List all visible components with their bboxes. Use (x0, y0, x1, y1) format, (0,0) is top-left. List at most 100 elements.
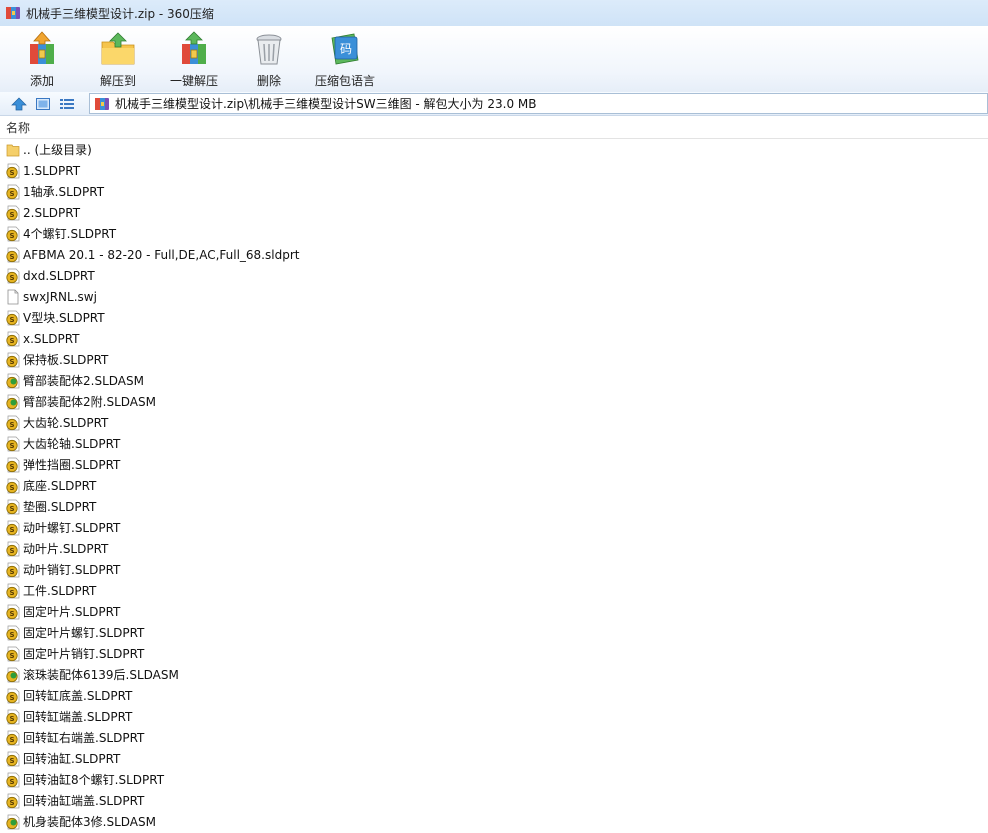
file-name: 固定叶片螺钉.SLDPRT (23, 626, 145, 640)
delete-label: 删除 (256, 74, 281, 88)
column-header: 名称 (0, 117, 988, 139)
toolbar: 添加 解压到 一键解压 删除 码 压缩包语言 (0, 26, 988, 92)
arrow-up-icon (11, 97, 27, 110)
file-name: AFBMA 20.1 - 82-20 - Full,DE,AC,Full_68.… (23, 247, 300, 262)
file-name: 固定叶片销钉.SLDPRT (23, 647, 145, 661)
one-click-extract-label: 一键解压 (169, 74, 218, 88)
delete-button[interactable]: 删除 (234, 26, 304, 90)
file-name: 回转缸底盖.SLDPRT (23, 689, 133, 703)
name-column-header[interactable]: 名称 (6, 119, 30, 136)
file-row[interactable]: S 大齿轮轴.SLDPRT (0, 433, 988, 454)
file-name: 固定叶片.SLDPRT (23, 605, 121, 619)
solidworks-part-icon: S (6, 205, 20, 220)
svg-text:S: S (9, 358, 14, 366)
archive-icon (95, 97, 109, 110)
file-row[interactable]: S 工件.SLDPRT (0, 580, 988, 601)
file-row[interactable]: Sx.SLDPRT (0, 328, 988, 349)
file-row[interactable]: S 回转缸右端盖.SLDPRT (0, 727, 988, 748)
file-name: 大齿轮轴.SLDPRT (23, 437, 121, 451)
extract-to-button[interactable]: 解压到 (82, 26, 154, 90)
file-row[interactable]: S 弹性挡圈.SLDPRT (0, 454, 988, 475)
file-row[interactable]: S 回转缸底盖.SLDPRT (0, 685, 988, 706)
file-row[interactable]: S 1.SLDPRT (0, 160, 988, 181)
file-row[interactable]: S 回转油缸8个螺钉.SLDPRT (0, 769, 988, 790)
file-row[interactable]: S 大齿轮.SLDPRT (0, 412, 988, 433)
file-name: 机身装配体3修.SLDASM (23, 815, 156, 829)
solidworks-part-icon: S (6, 583, 20, 598)
file-row[interactable]: S 动叶销钉.SLDPRT (0, 559, 988, 580)
file-name: 弹性挡圈.SLDPRT (23, 458, 121, 472)
svg-text:S: S (9, 526, 14, 534)
solidworks-part-icon: S (6, 226, 20, 241)
file-row[interactable]: S 固定叶片.SLDPRT (0, 601, 988, 622)
file-row[interactable]: 臂部装配体2附.SLDASM (0, 391, 988, 412)
file-row[interactable]: S 4个螺钉.SLDPRT (0, 223, 988, 244)
file-row[interactable]: S 回转油缸.SLDPRT (0, 748, 988, 769)
archive-language-button[interactable]: 码 压缩包语言 (304, 26, 386, 90)
file-name: 2.SLDPRT (23, 205, 81, 220)
list-view-button[interactable] (56, 94, 78, 114)
solidworks-part-icon: S (6, 688, 20, 703)
file-name: 回转油缸端盖.SLDPRT (23, 794, 145, 808)
one-click-extract-button[interactable]: 一键解压 (154, 26, 234, 90)
solidworks-part-icon: S (6, 604, 20, 619)
file-row[interactable]: S V型块.SLDPRT (0, 307, 988, 328)
file-row[interactable]: S 固定叶片螺钉.SLDPRT (0, 622, 988, 643)
up-button[interactable] (8, 94, 30, 114)
file-name: .. (上级目录) (23, 143, 92, 157)
svg-text:S: S (9, 505, 14, 513)
svg-text:S: S (9, 190, 14, 198)
svg-text:S: S (9, 463, 14, 471)
solidworks-part-icon: S (6, 772, 20, 787)
svg-text:S: S (9, 757, 14, 765)
solidworks-part-icon: S (6, 751, 20, 766)
list-view-icon (60, 98, 74, 109)
title-bar: 机械手三维模型设计.zip - 360压缩 (0, 0, 988, 26)
file-name: 保持板.SLDPRT (23, 353, 109, 367)
solidworks-part-icon: S (6, 625, 20, 640)
file-name: 臂部装配体2附.SLDASM (23, 395, 156, 409)
one-click-extract-icon (182, 31, 206, 64)
file-row[interactable]: S 2.SLDPRT (0, 202, 988, 223)
solidworks-part-icon: S (6, 331, 20, 346)
svg-text:码: 码 (340, 42, 352, 56)
file-name: 大齿轮.SLDPRT (23, 416, 109, 430)
file-row[interactable]: S 底座.SLDPRT (0, 475, 988, 496)
solidworks-part-icon: S (6, 709, 20, 724)
parent-directory-row[interactable]: .. (上级目录) (0, 139, 988, 160)
file-row[interactable]: S 1轴承.SLDPRT (0, 181, 988, 202)
solidworks-part-icon: S (6, 541, 20, 556)
file-name: swxJRNL.swj (23, 289, 97, 304)
svg-text:S: S (9, 547, 14, 555)
path-field[interactable]: 机械手三维模型设计.zip\机械手三维模型设计SW三维图 - 解包大小为 23.… (89, 93, 988, 114)
solidworks-assembly-icon (6, 373, 20, 388)
file-row[interactable]: S AFBMA 20.1 - 82-20 - Full,DE,AC,Full_68… (0, 244, 988, 265)
file-row[interactable]: S 动叶片.SLDPRT (0, 538, 988, 559)
file-list: .. (上级目录) S 1.SLDPRT S 1轴承.SLDPRT S 2.SLDPRT S 4… (0, 139, 988, 833)
file-name: 滚珠装配体6139后.SLDASM (23, 668, 179, 682)
file-row[interactable]: swxJRNL.swj (0, 286, 988, 307)
file-row[interactable]: S 回转油缸端盖.SLDPRT (0, 790, 988, 811)
file-row[interactable]: S 动叶螺钉.SLDPRT (0, 517, 988, 538)
svg-text:S: S (9, 484, 14, 492)
archive-language-label: 压缩包语言 (314, 74, 375, 88)
file-row[interactable]: S 回转缸端盖.SLDPRT (0, 706, 988, 727)
svg-text:S: S (9, 568, 14, 576)
archive-app-icon (6, 7, 20, 19)
file-row[interactable]: S 固定叶片销钉.SLDPRT (0, 643, 988, 664)
add-button[interactable]: 添加 (2, 26, 82, 90)
file-name: 1轴承.SLDPRT (23, 185, 105, 199)
file-row[interactable]: 滚珠装配体6139后.SLDASM (0, 664, 988, 685)
solidworks-part-icon: S (6, 436, 20, 451)
svg-text:S: S (9, 211, 14, 219)
file-row[interactable]: Sdxd.SLDPRT (0, 265, 988, 286)
file-row[interactable]: 臂部装配体2.SLDASM (0, 370, 988, 391)
file-row[interactable]: S 垫圈.SLDPRT (0, 496, 988, 517)
svg-text:S: S (9, 631, 14, 639)
svg-text:S: S (9, 610, 14, 618)
solidworks-part-icon: S (6, 646, 20, 661)
file-row[interactable]: 机身装配体3修.SLDASM (0, 811, 988, 832)
svg-text:S: S (9, 694, 14, 702)
file-row[interactable]: S 保持板.SLDPRT (0, 349, 988, 370)
thumbnail-view-button[interactable] (32, 94, 54, 114)
